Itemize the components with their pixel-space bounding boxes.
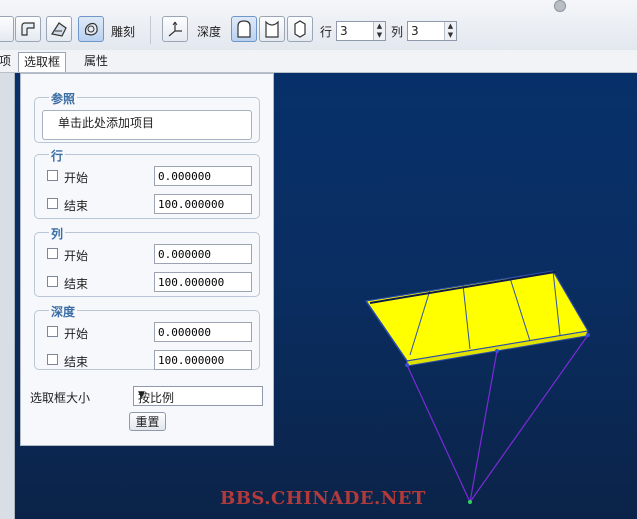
row-legend: 行 bbox=[49, 147, 66, 164]
row-start-checkbox[interactable] bbox=[47, 170, 58, 181]
tab-partial[interactable]: 项 bbox=[0, 52, 16, 71]
axis-icon bbox=[168, 21, 182, 37]
depth-end-checkbox[interactable] bbox=[47, 354, 58, 365]
cols-stepper[interactable]: 3 ▲ ▼ bbox=[407, 21, 457, 41]
tab-selection-box[interactable]: 选取框 bbox=[18, 52, 67, 72]
toolbar-divider bbox=[150, 16, 151, 44]
depth-shape-1-icon bbox=[237, 20, 251, 38]
status-dot-icon bbox=[554, 0, 566, 12]
cols-value: 3 bbox=[411, 24, 419, 38]
reference-placeholder: 单击此处添加项目 bbox=[58, 116, 155, 130]
depth-shape-3-icon bbox=[294, 20, 306, 38]
column-start-field[interactable] bbox=[154, 244, 252, 264]
engrave-icon bbox=[84, 22, 98, 36]
row-group: 行 开始 结束 bbox=[34, 147, 260, 219]
depth-legend: 深度 bbox=[49, 303, 78, 320]
chamfer-tool-button[interactable] bbox=[46, 16, 72, 42]
column-legend: 列 bbox=[49, 225, 66, 242]
row-start-label: 开始 bbox=[64, 171, 89, 185]
column-start-label: 开始 bbox=[64, 249, 89, 263]
depth-start-checkbox[interactable] bbox=[47, 326, 58, 337]
row-start-field[interactable] bbox=[154, 166, 252, 186]
engrave-tool-button[interactable] bbox=[78, 16, 104, 42]
row-end-checkbox[interactable] bbox=[47, 198, 58, 209]
left-side-strip bbox=[0, 73, 15, 519]
fillet-icon bbox=[21, 22, 35, 36]
depth-start-label: 开始 bbox=[64, 327, 89, 341]
depth-end-field[interactable] bbox=[154, 350, 252, 370]
column-start-row: 开始 bbox=[44, 244, 254, 264]
depth-option-button-3[interactable] bbox=[287, 16, 313, 42]
depth-label: 深度 bbox=[197, 25, 222, 39]
axis-tool-button[interactable] bbox=[162, 16, 188, 42]
reference-group: 参照 单击此处添加项目 bbox=[34, 90, 260, 143]
chamfer-icon bbox=[51, 22, 67, 37]
reference-collector[interactable]: 单击此处添加项目 bbox=[42, 110, 252, 140]
reset-button[interactable]: 重置 bbox=[129, 412, 166, 431]
rows-stepper[interactable]: 3 ▲ ▼ bbox=[336, 21, 386, 41]
tab-bar: 项 选取框 属性 bbox=[0, 50, 637, 73]
depth-start-field[interactable] bbox=[154, 322, 252, 342]
row-end-row: 结束 bbox=[44, 194, 254, 214]
fillet-tool-button[interactable] bbox=[15, 16, 41, 42]
box-size-label: 选取框大小 bbox=[30, 391, 91, 405]
depth-group: 深度 开始 结束 bbox=[34, 303, 260, 370]
column-end-row: 结束 bbox=[44, 272, 254, 292]
rows-label: 行 bbox=[320, 25, 333, 39]
tab-properties[interactable]: 属性 bbox=[79, 52, 113, 71]
cols-label: 列 bbox=[391, 25, 404, 39]
column-end-field[interactable] bbox=[154, 272, 252, 292]
column-end-label: 结束 bbox=[64, 277, 89, 291]
depth-end-row: 结束 bbox=[44, 350, 254, 370]
row-end-field[interactable] bbox=[154, 194, 252, 214]
selection-box-panel: 参照 单击此处添加项目 行 开始 结束 列 开始 结束 深度 bbox=[20, 73, 274, 446]
depth-option-button-2[interactable] bbox=[259, 16, 285, 42]
rows-value: 3 bbox=[340, 24, 348, 38]
box-size-select[interactable]: 按比例 ▼ bbox=[133, 386, 263, 406]
column-group: 列 开始 结束 bbox=[34, 225, 260, 297]
toolbar: 雕刻 深度 行 3 ▲ ▼ 列 3 ▲ ▼ bbox=[0, 0, 637, 51]
tool-button-partial[interactable] bbox=[0, 16, 14, 42]
chevron-down-icon: ▼ bbox=[138, 390, 145, 400]
depth-start-row: 开始 bbox=[44, 322, 254, 342]
stepper-arrows-icon[interactable]: ▲ ▼ bbox=[373, 22, 385, 40]
watermark: BBS.CHINADE.NET bbox=[220, 488, 426, 509]
depth-end-label: 结束 bbox=[64, 355, 89, 369]
row-end-label: 结束 bbox=[64, 199, 89, 213]
reference-legend: 参照 bbox=[49, 90, 78, 107]
depth-shape-2-icon bbox=[265, 20, 279, 38]
column-start-checkbox[interactable] bbox=[47, 248, 58, 259]
depth-option-button-1[interactable] bbox=[231, 16, 257, 42]
column-end-checkbox[interactable] bbox=[47, 276, 58, 287]
stepper-arrows-icon[interactable]: ▲ ▼ bbox=[444, 22, 456, 40]
engrave-label: 雕刻 bbox=[111, 25, 136, 39]
row-start-row: 开始 bbox=[44, 166, 254, 186]
